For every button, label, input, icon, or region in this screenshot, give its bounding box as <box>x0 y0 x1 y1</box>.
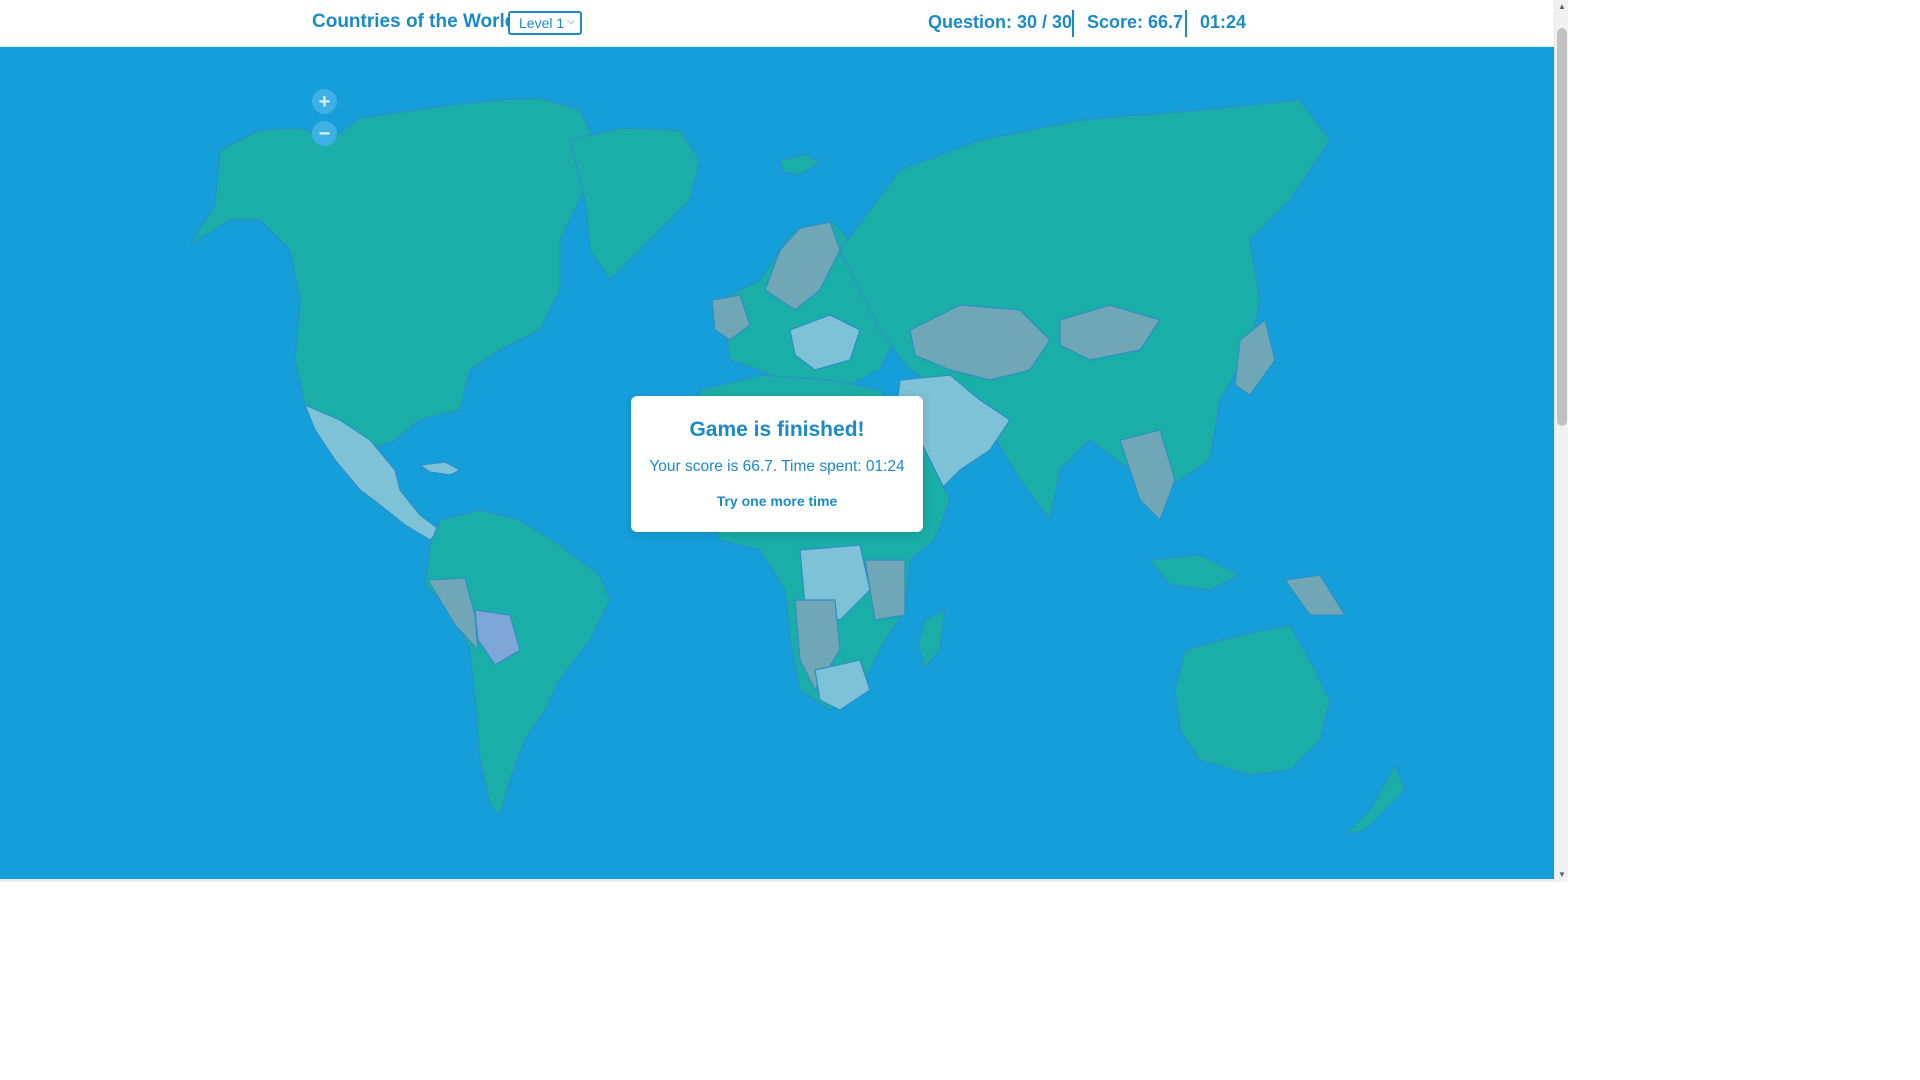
level-select-value: Level 1 <box>519 15 565 31</box>
madagascar-island <box>917 609 946 669</box>
vertical-scrollbar[interactable]: ▲ ▼ <box>1554 0 1568 882</box>
scroll-down-arrow-icon[interactable]: ▼ <box>1555 868 1569 882</box>
australia-landmass <box>1174 624 1331 776</box>
game-title: Countries of the World <box>312 11 517 32</box>
header-divider <box>1072 10 1074 37</box>
level-select[interactable]: Level 1 ⌵ <box>508 11 582 35</box>
caribbean-islands <box>419 461 461 476</box>
top-bar: Countries of the World Level 1 ⌵ Questio… <box>0 0 1554 47</box>
dialog-message: Your score is 66.7. Time spent: 01:24 <box>649 458 905 475</box>
papua-new-guinea-island <box>1284 574 1346 616</box>
chevron-down-icon: ⌵ <box>567 16 575 27</box>
scrollbar-thumb[interactable] <box>1557 28 1567 426</box>
indonesia-islands <box>1149 554 1241 591</box>
south-america-landmass <box>424 509 611 816</box>
plus-icon: + <box>318 90 331 113</box>
header-divider <box>1185 10 1187 37</box>
game-finished-dialog: Game is finished! Your score is 66.7. Ti… <box>631 396 923 532</box>
question-counter: Question: 30 / 30 <box>928 12 1073 32</box>
iceland-island <box>779 153 821 176</box>
zoom-out-button[interactable]: − <box>312 121 337 146</box>
score-display: Score: 66.7 <box>1087 12 1184 32</box>
scroll-up-arrow-icon[interactable]: ▲ <box>1555 0 1569 14</box>
bottom-edge <box>0 879 1554 882</box>
dialog-title: Game is finished! <box>689 418 865 441</box>
try-again-link[interactable]: Try one more time <box>631 493 923 509</box>
greenland-landmass <box>569 127 701 281</box>
north-america-landmass <box>189 97 601 456</box>
minus-icon: − <box>318 122 331 145</box>
new-zealand-islands <box>1344 764 1406 836</box>
zoom-in-button[interactable]: + <box>312 89 337 114</box>
timer-display: 01:24 <box>1200 12 1247 32</box>
